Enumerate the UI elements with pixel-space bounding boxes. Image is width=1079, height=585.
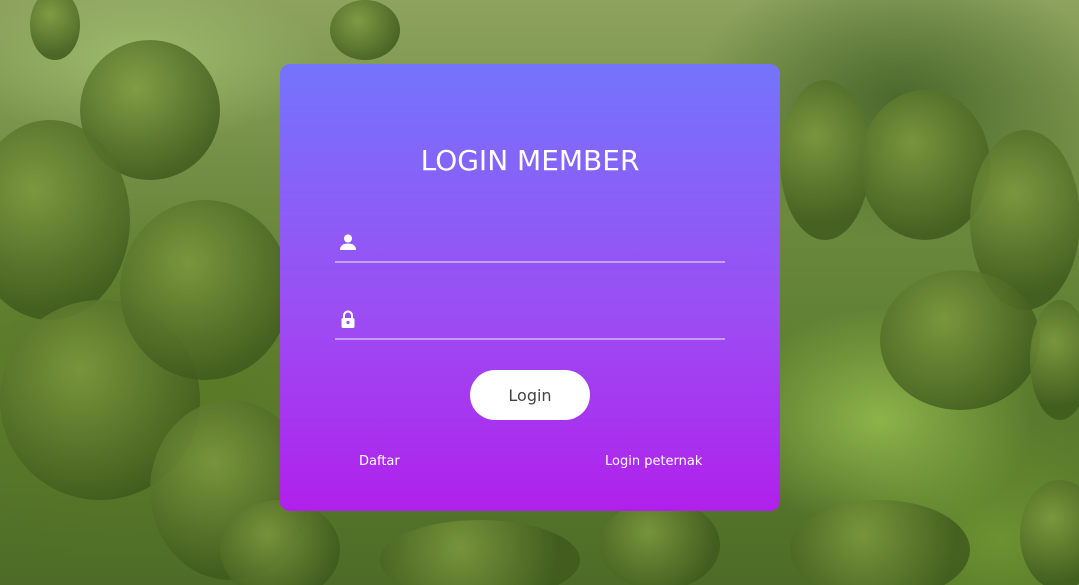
login-button[interactable]: Login	[470, 370, 590, 420]
login-card: LOGIN MEMBER Login Daftar Login peternak	[280, 64, 780, 511]
user-icon	[340, 234, 356, 250]
register-link[interactable]: Daftar	[359, 454, 400, 469]
username-field-container	[335, 221, 725, 263]
username-input[interactable]	[369, 227, 723, 257]
password-input[interactable]	[369, 304, 723, 334]
login-title: LOGIN MEMBER	[420, 144, 640, 177]
lock-icon	[341, 310, 355, 328]
farmer-login-link[interactable]: Login peternak	[605, 454, 702, 469]
password-field-container	[335, 298, 725, 340]
